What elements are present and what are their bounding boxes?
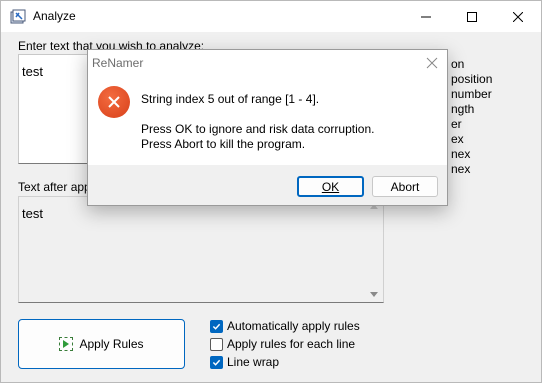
checkbox-checked-icon[interactable]	[210, 319, 223, 333]
minimize-icon	[421, 16, 431, 17]
ok-button[interactable]: OK	[297, 176, 364, 197]
output-textbox[interactable]: test	[18, 196, 384, 303]
output-text: test	[22, 206, 43, 221]
close-icon	[513, 11, 523, 22]
each-line-label: Apply rules for each line	[227, 337, 356, 351]
error-icon	[98, 86, 130, 118]
auto-apply-label: Automatically apply rules	[227, 319, 360, 333]
dialog-title-bar[interactable]: ReNamer	[88, 50, 447, 76]
output-label: Text after app	[18, 180, 91, 194]
abort-label: Abort	[390, 179, 420, 194]
line-wrap-checkbox[interactable]: Line wrap	[210, 355, 279, 369]
dialog-title: ReNamer	[92, 56, 144, 70]
dialog-body: String index 5 out of range [1 - 4]. Pre…	[88, 76, 447, 165]
input-text: test	[22, 64, 43, 79]
checkbox-unchecked-icon[interactable]	[210, 337, 223, 351]
dialog-close-icon[interactable]	[425, 56, 439, 70]
ok-label: OK	[321, 179, 340, 194]
scroll-down-icon[interactable]	[370, 292, 378, 297]
window-title: Analyze	[33, 9, 76, 23]
maximize-icon	[467, 11, 477, 22]
minimize-button[interactable]	[403, 1, 449, 32]
apply-rules-button[interactable]: Apply Rules	[18, 319, 185, 369]
dialog-message-line2: Press OK to ignore and risk data corrupt…	[141, 122, 375, 136]
title-bar[interactable]: Analyze	[1, 1, 541, 32]
each-line-checkbox[interactable]: Apply rules for each line	[210, 337, 355, 351]
dialog-message-line1: String index 5 out of range [1 - 4].	[141, 92, 320, 106]
apply-rules-label: Apply Rules	[79, 337, 144, 351]
list-item: number	[451, 87, 492, 101]
list-item: nex	[451, 162, 471, 176]
output-scrollbar[interactable]	[366, 197, 383, 302]
play-icon	[59, 337, 74, 351]
close-button[interactable]	[495, 1, 541, 32]
abort-button[interactable]: Abort	[372, 176, 438, 197]
list-item: nex	[451, 147, 471, 161]
maximize-button[interactable]	[449, 1, 495, 32]
list-item: position	[451, 72, 493, 86]
dialog-message-line3: Press Abort to kill the program.	[141, 137, 306, 151]
list-item: on	[451, 57, 465, 71]
line-wrap-label: Line wrap	[227, 355, 280, 369]
list-item: ex	[451, 132, 464, 146]
list-item: ngth	[451, 102, 475, 116]
app-icon	[10, 9, 26, 24]
auto-apply-checkbox[interactable]: Automatically apply rules	[210, 319, 360, 333]
checkbox-checked-icon[interactable]	[210, 355, 223, 369]
error-dialog: ReNamer String index 5 out of range [1 -…	[87, 49, 448, 206]
list-item: er	[451, 117, 462, 131]
